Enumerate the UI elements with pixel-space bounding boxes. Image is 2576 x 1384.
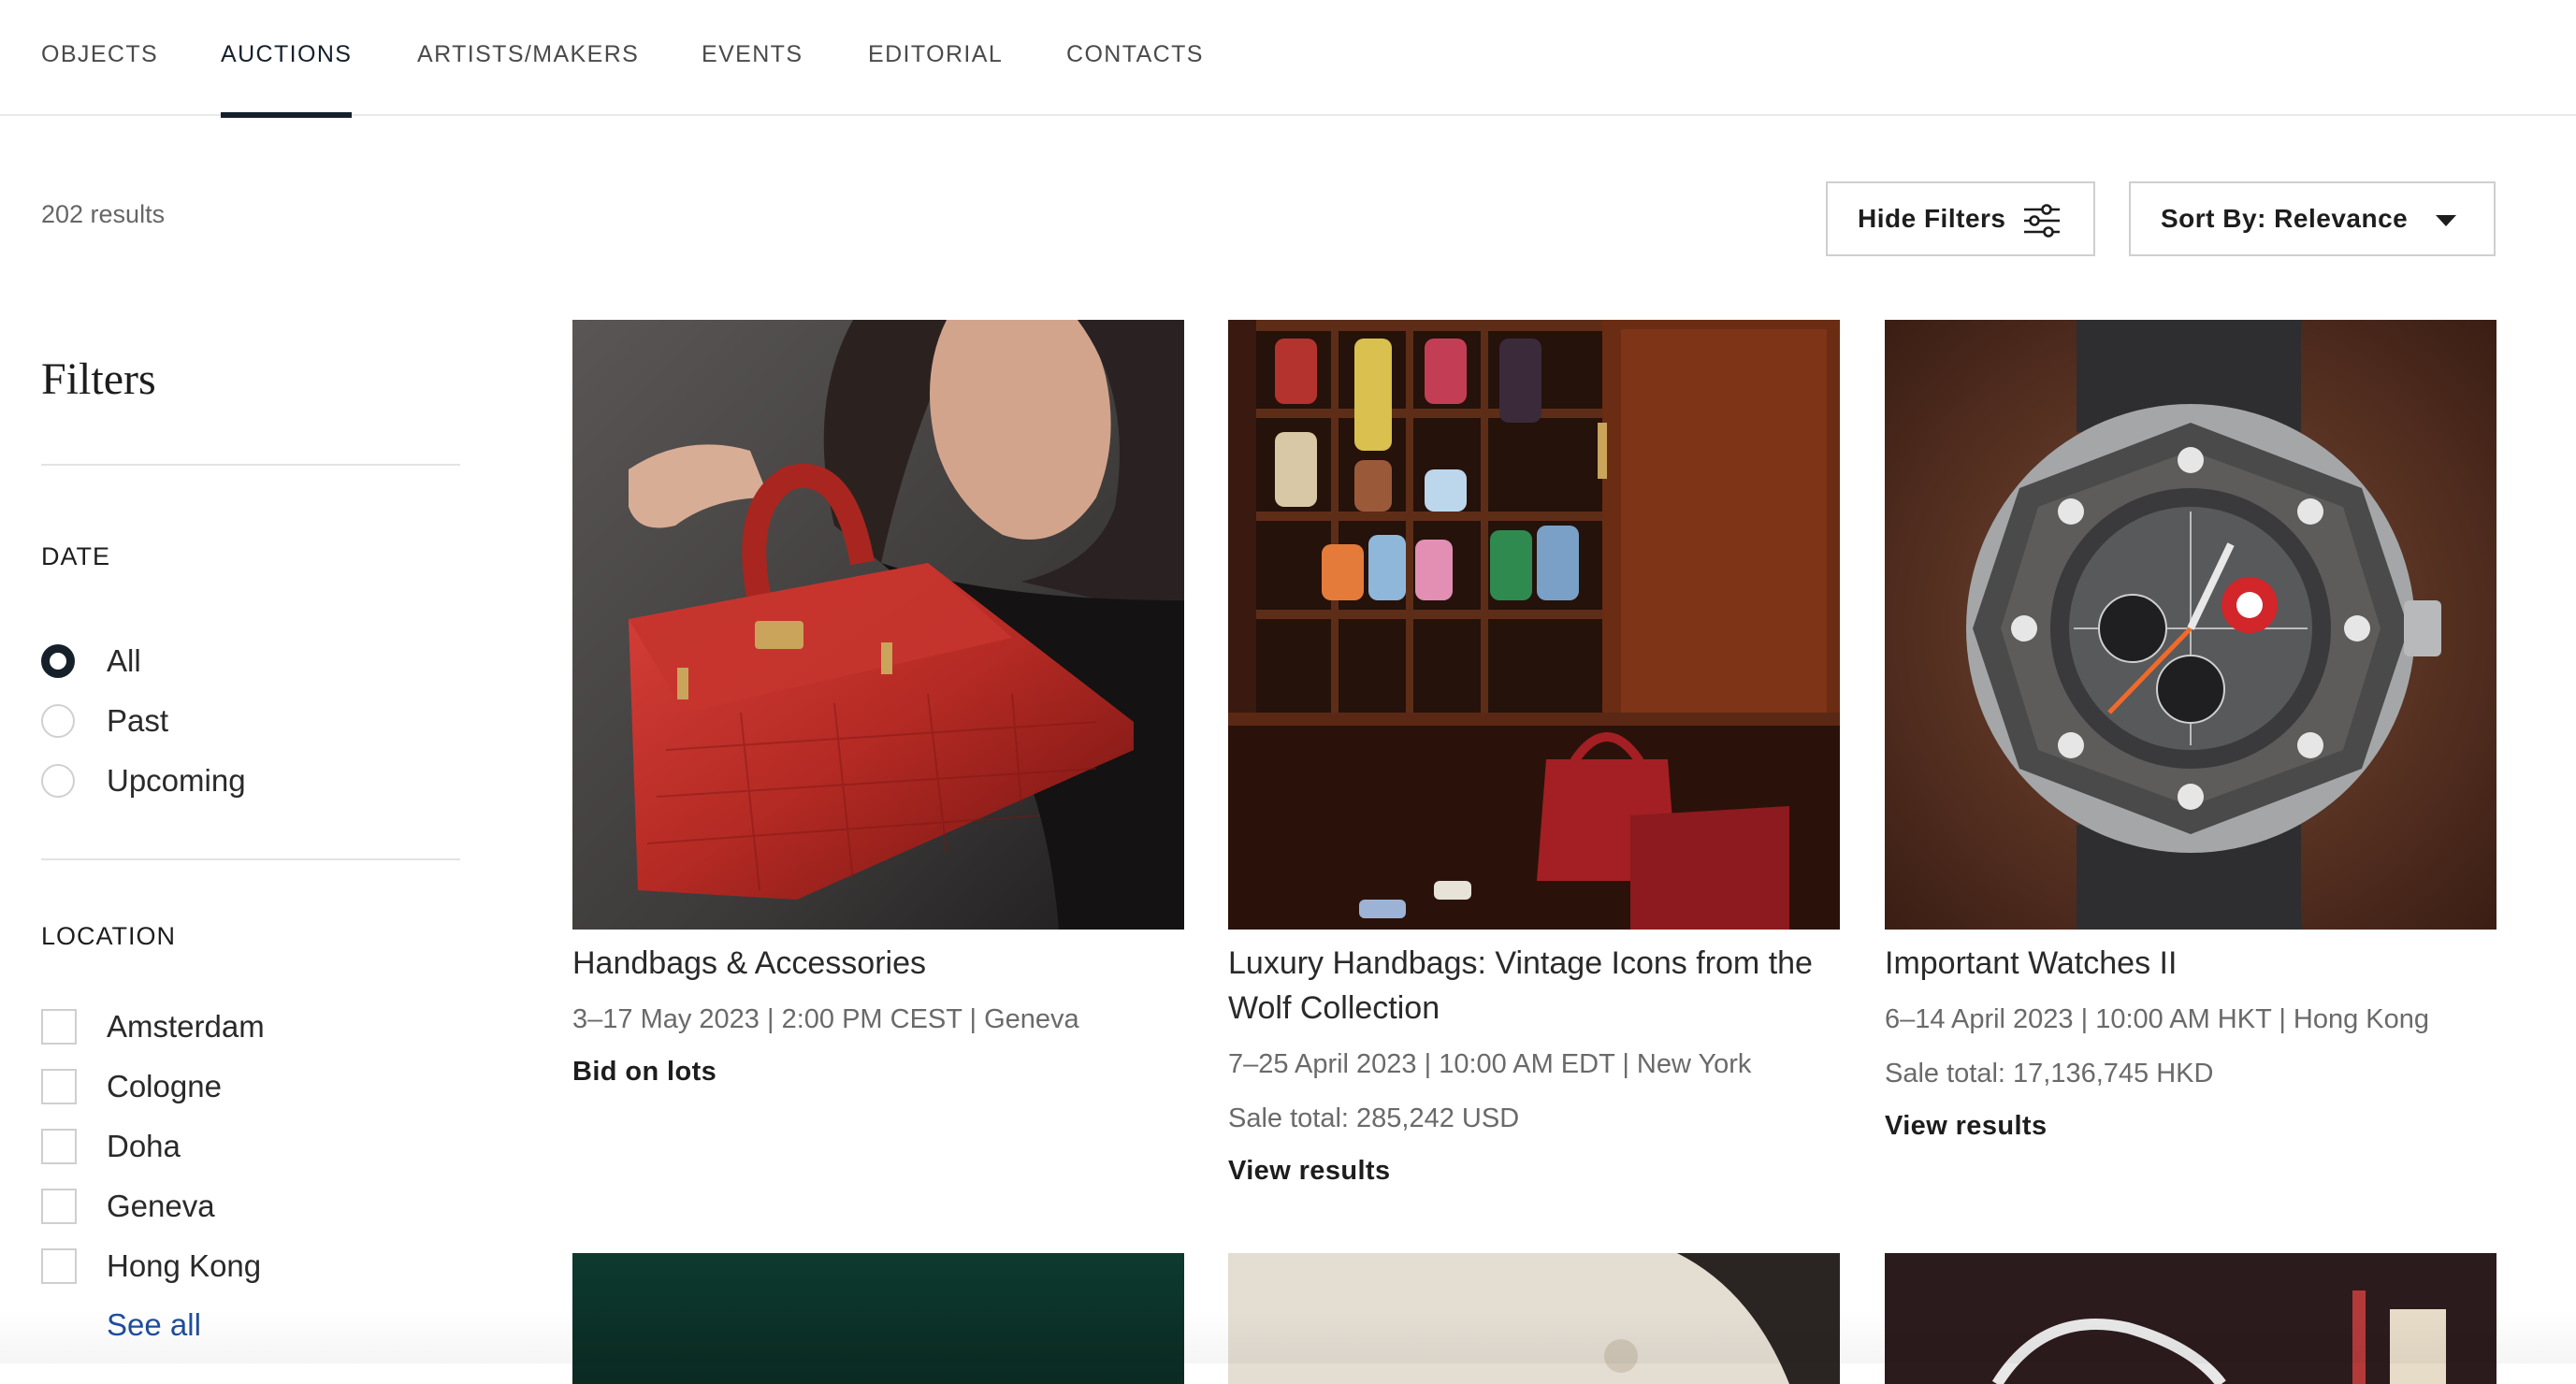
checkbox[interactable] (41, 1069, 77, 1104)
location-option-cologne[interactable]: Cologne (41, 1066, 222, 1107)
divider (41, 464, 460, 466)
auction-title[interactable]: Handbags & Accessories (572, 941, 1184, 986)
hide-filters-label: Hide Filters (1858, 204, 2006, 233)
date-option-past[interactable]: Past (41, 700, 168, 742)
auction-image-watch[interactable] (1885, 320, 2496, 930)
auction-sale-total: Sale total: 285,242 USD (1228, 1103, 1520, 1133)
auction-image-partial[interactable] (1228, 1253, 1840, 1384)
auction-image-handbag[interactable] (572, 320, 1184, 930)
tab-artists-makers[interactable]: ARTISTS/MAKERS (417, 0, 639, 116)
tab-auctions[interactable]: AUCTIONS (221, 0, 353, 118)
view-results-link[interactable]: View results (1885, 1111, 2048, 1142)
date-filter-heading: DATE (41, 542, 111, 570)
location-option-label: Doha (107, 1129, 181, 1163)
hide-filters-button[interactable]: Hide Filters (1826, 181, 2095, 256)
tab-contacts[interactable]: CONTACTS (1066, 0, 1204, 116)
auction-image-cabinet[interactable] (1228, 320, 1840, 930)
location-option-label: Hong Kong (107, 1248, 262, 1283)
divider (41, 858, 460, 860)
radio[interactable] (41, 764, 75, 798)
tab-objects[interactable]: OBJECTS (41, 0, 158, 116)
bid-on-lots-link[interactable]: Bid on lots (572, 1057, 716, 1088)
date-option-all[interactable]: All (41, 641, 141, 682)
location-option-label: Geneva (107, 1189, 215, 1223)
filters-title: Filters (41, 354, 156, 404)
radio[interactable] (41, 704, 75, 738)
auction-date-location: 7–25 April 2023 | 10:00 AM EDT | New Yor… (1228, 1049, 1752, 1079)
auction-title[interactable]: Luxury Handbags: Vintage Icons from the … (1228, 941, 1840, 1031)
location-option-amsterdam[interactable]: Amsterdam (41, 1006, 265, 1047)
checkbox[interactable] (41, 1129, 77, 1164)
results-count: 202 results (41, 200, 166, 228)
sort-by-label: Sort By: Relevance (2161, 204, 2409, 233)
checkbox[interactable] (41, 1189, 77, 1224)
date-option-label: All (107, 643, 141, 678)
tab-events[interactable]: EVENTS (702, 0, 803, 116)
date-option-label: Upcoming (107, 763, 246, 798)
location-filter-heading: LOCATION (41, 922, 177, 950)
auction-image-partial[interactable] (1885, 1253, 2496, 1384)
caret-down-icon (2436, 215, 2456, 226)
checkbox[interactable] (41, 1009, 77, 1045)
location-option-doha[interactable]: Doha (41, 1126, 181, 1167)
view-results-link[interactable]: View results (1228, 1156, 1391, 1187)
auction-image-partial[interactable] (572, 1253, 1184, 1384)
checkbox[interactable] (41, 1248, 77, 1284)
auction-title[interactable]: Important Watches II (1885, 941, 2496, 986)
location-option-label: Amsterdam (107, 1009, 265, 1044)
auction-date-location: 6–14 April 2023 | 10:00 AM HKT | Hong Ko… (1885, 1004, 2430, 1034)
top-navigation: OBJECTS AUCTIONS ARTISTS/MAKERS EVENTS E… (0, 0, 2576, 118)
location-option-label: Cologne (107, 1069, 222, 1103)
see-all-locations-link[interactable]: See all (107, 1307, 201, 1343)
tab-editorial[interactable]: EDITORIAL (868, 0, 1003, 116)
date-option-upcoming[interactable]: Upcoming (41, 760, 246, 801)
sort-by-select[interactable]: Sort By: Relevance (2129, 181, 2496, 256)
sliders-icon (2022, 204, 2062, 244)
date-option-label: Past (107, 703, 169, 738)
radio-selected[interactable] (41, 644, 75, 678)
auction-date-location: 3–17 May 2023 | 2:00 PM CEST | Geneva (572, 1004, 1079, 1034)
auction-sale-total: Sale total: 17,136,745 HKD (1885, 1059, 2214, 1088)
location-option-hong-kong[interactable]: Hong Kong (41, 1246, 261, 1287)
location-option-geneva[interactable]: Geneva (41, 1186, 215, 1227)
